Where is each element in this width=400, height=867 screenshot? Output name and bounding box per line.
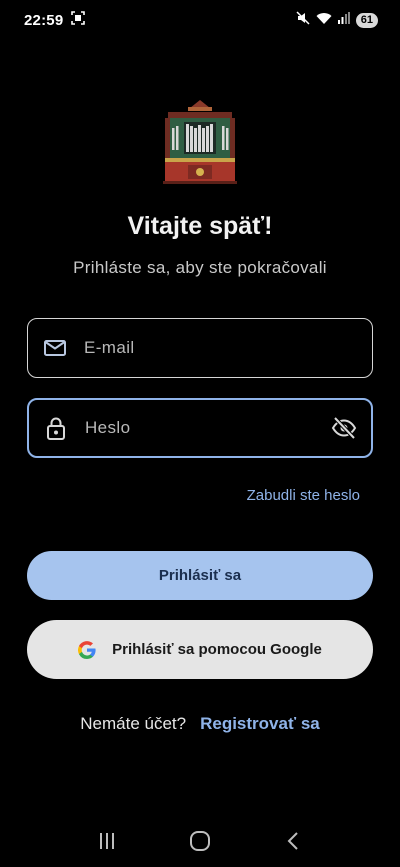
google-button-label: Prihlásiť sa pomocou Google — [112, 641, 322, 658]
pipe-organ-icon — [162, 98, 238, 184]
home-icon[interactable] — [185, 826, 215, 856]
status-time: 22:59 — [24, 11, 64, 29]
google-login-button[interactable]: Prihlásiť sa pomocou Google — [27, 620, 373, 679]
mute-icon — [296, 10, 310, 30]
lock-icon — [43, 415, 69, 441]
status-bar: 22:59 61 — [0, 0, 400, 40]
login-button[interactable]: Prihlásiť sa — [27, 551, 373, 600]
forgot-password-link[interactable]: Zabudli ste heslo — [247, 487, 360, 504]
screenshot-icon — [71, 10, 86, 30]
page-title: Vitajte späť! — [127, 212, 273, 240]
register-link[interactable]: Registrovať sa — [200, 714, 320, 734]
email-field[interactable] — [27, 318, 373, 378]
password-field[interactable] — [27, 398, 373, 458]
status-left: 22:59 — [24, 10, 86, 30]
password-input[interactable] — [85, 418, 331, 438]
google-icon — [78, 640, 96, 659]
wifi-icon — [316, 11, 332, 30]
login-button-label: Prihlásiť sa — [158, 567, 242, 584]
battery-indicator: 61 — [355, 12, 378, 28]
signup-row: Nemáte účet? Registrovať sa — [0, 714, 400, 734]
visibility-off-icon[interactable] — [331, 415, 357, 441]
signup-prompt: Nemáte účet? — [80, 714, 187, 733]
system-nav-bar — [0, 815, 400, 867]
page-subtitle: Prihláste sa, aby ste pokračovali — [73, 258, 327, 277]
mail-icon — [42, 335, 68, 361]
signal-icon — [337, 11, 350, 29]
recent-apps-icon[interactable] — [92, 826, 122, 856]
status-right: 61 — [296, 10, 378, 30]
back-icon[interactable] — [278, 826, 308, 856]
email-input[interactable] — [84, 338, 372, 358]
